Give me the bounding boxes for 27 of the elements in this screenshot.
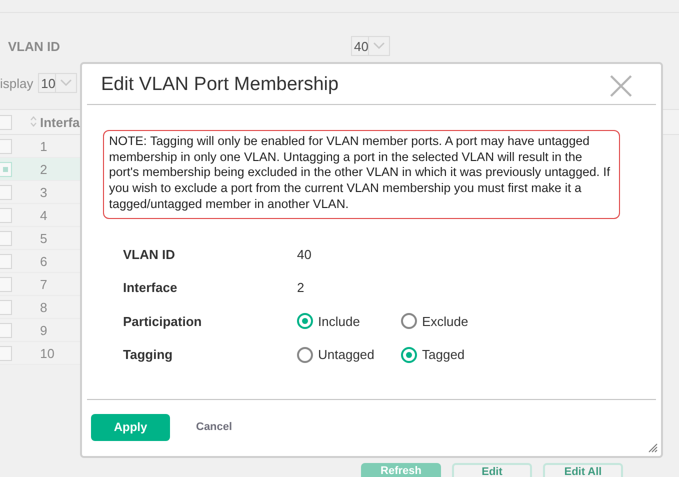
table-cell: 4 <box>40 208 48 222</box>
radio-option[interactable]: Exclude <box>401 313 505 330</box>
field-label: Participation <box>123 314 203 329</box>
table-cell: 3 <box>40 184 48 200</box>
vlan-select[interactable]: 40 <box>351 36 390 56</box>
table-cell: 5 <box>40 230 48 246</box>
dialog-title: Edit VLAN Port Membership <box>101 74 339 96</box>
radio-option[interactable]: Untagged <box>297 346 401 363</box>
field-label: VLAN ID <box>8 38 61 54</box>
radio-option[interactable]: Tagged <box>401 346 505 363</box>
table-cell: 7 <box>40 276 48 292</box>
field-label: isplay <box>0 76 34 90</box>
field-value: 40 <box>297 246 312 262</box>
field-label: Tagging <box>123 347 174 362</box>
field-label: VLAN ID <box>123 246 176 262</box>
table-cell: 8 <box>40 300 48 314</box>
table-cell: 10 <box>40 346 54 360</box>
table-cell: 1 <box>40 138 48 154</box>
table-cell: 6 <box>40 254 48 268</box>
table-cell: 9 <box>40 322 48 338</box>
dialog-button[interactable]: Cancel <box>176 421 252 433</box>
table-cell: 2 <box>40 162 48 176</box>
field-value: 2 <box>297 280 304 296</box>
display-select[interactable]: 10 <box>38 73 78 93</box>
field-label: Interface <box>123 280 178 296</box>
radio-option[interactable]: Include <box>297 313 401 330</box>
warning-note: NOTE: Tagging will only be enabled for VLAN member ports. A port may have untagged membership in only one VLAN. Untagging a port in the selected VLAN will result in the port's membership being excluded in the other VLAN in which it was previously untagged. If you wish to exclude a port from the current VLAN membership you must first make it a tagged/untagged member in another VLAN. <box>103 130 620 219</box>
